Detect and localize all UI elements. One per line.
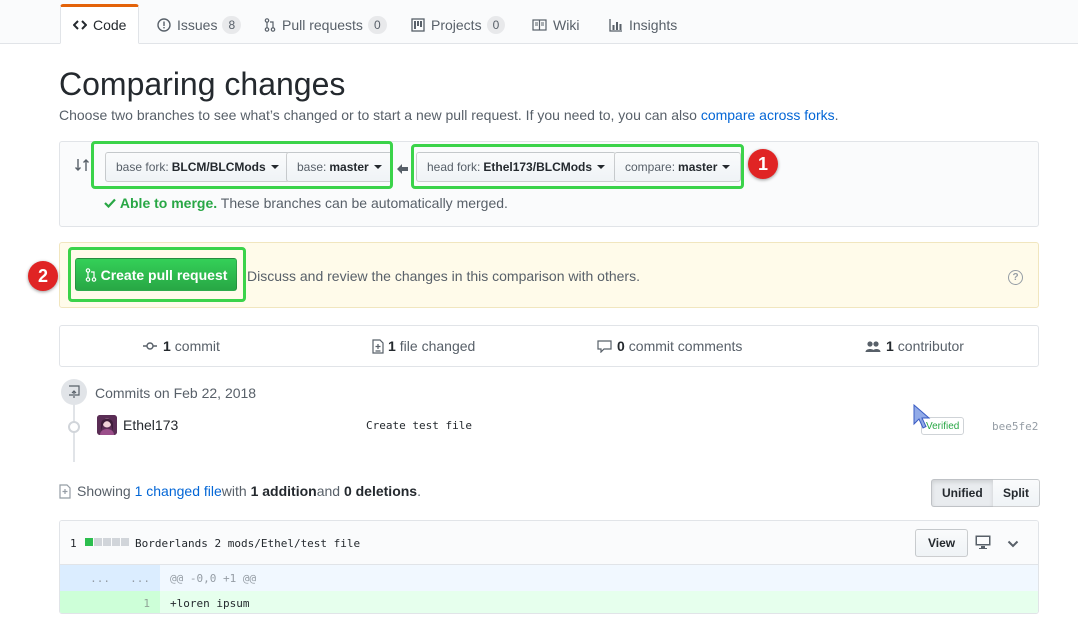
annotation-badge-1: 1 bbox=[748, 149, 778, 179]
hunk-header: @@ -0,0 +1 @@ bbox=[170, 572, 257, 585]
commits-count: 1 bbox=[163, 338, 171, 354]
unified-view-button[interactable]: Unified bbox=[931, 479, 994, 507]
project-icon bbox=[411, 17, 425, 32]
create-pr-highlight-box bbox=[68, 247, 246, 302]
diffstat-block bbox=[94, 538, 102, 546]
commit-dot bbox=[68, 421, 80, 433]
graph-icon bbox=[609, 18, 623, 32]
page-title: Comparing changes bbox=[59, 66, 346, 102]
diffstat-block bbox=[112, 538, 120, 546]
tab-label: Code bbox=[93, 17, 127, 33]
split-view-button[interactable]: Split bbox=[993, 479, 1040, 507]
commit-sha-link[interactable]: bee5fe2 bbox=[992, 420, 1038, 433]
comments-count: 0 bbox=[617, 338, 625, 354]
people-icon bbox=[865, 340, 881, 353]
commit-author-link[interactable]: Ethel173 bbox=[123, 417, 178, 433]
tab-wiki[interactable]: Wiki bbox=[520, 5, 591, 44]
summary-comments[interactable]: 0 commit comments bbox=[597, 338, 742, 354]
file-path-link[interactable]: Borderlands 2 mods/Ethel/test file bbox=[135, 537, 360, 550]
view-file-button[interactable]: View bbox=[915, 529, 969, 557]
commit-timeline bbox=[73, 404, 75, 462]
avatar[interactable] bbox=[97, 415, 117, 435]
merge-desc: These branches can be automatically merg… bbox=[217, 195, 508, 211]
diffstat bbox=[85, 538, 130, 546]
tab-code[interactable]: Code bbox=[60, 4, 140, 44]
compare-across-forks-link[interactable]: compare across forks bbox=[701, 107, 835, 123]
diff-toc: Showing 1 changed file with 1 addition a… bbox=[59, 483, 421, 499]
changed-files-link[interactable]: 1 changed file bbox=[135, 483, 222, 499]
tab-label: Insights bbox=[629, 16, 678, 33]
issue-icon bbox=[157, 17, 171, 32]
tab-label: Projects bbox=[431, 16, 482, 33]
file-diff-icon bbox=[59, 483, 71, 499]
hunk-header-row: ... ... @@ -0,0 +1 @@ bbox=[60, 565, 1038, 591]
contributors-count: 1 bbox=[886, 338, 894, 354]
issues-counter: 8 bbox=[222, 15, 242, 34]
tab-projects[interactable]: Projects 0 bbox=[399, 5, 517, 44]
help-icon[interactable]: ? bbox=[1008, 270, 1023, 285]
arrow-left-icon bbox=[397, 161, 408, 177]
tab-issues[interactable]: Issues 8 bbox=[145, 5, 253, 44]
toc-mid2: and bbox=[316, 483, 341, 499]
chevron-down-icon[interactable] bbox=[1007, 536, 1019, 552]
file-header: 1 Borderlands 2 mods/Ethel/test file Vie… bbox=[60, 521, 1038, 565]
pull-request-icon bbox=[264, 17, 276, 32]
annotation-badge-2: 2 bbox=[28, 261, 58, 291]
diffstat-block bbox=[103, 538, 111, 546]
base-highlight-box bbox=[91, 141, 393, 189]
file-change-count: 1 bbox=[70, 537, 77, 550]
comment-icon bbox=[597, 339, 612, 353]
commit-message-link[interactable]: Create test file bbox=[366, 419, 472, 432]
create-pr-description: Discuss and review the changes in this c… bbox=[247, 268, 640, 284]
summary-contributors[interactable]: 1 contributor bbox=[865, 338, 964, 354]
code-icon bbox=[73, 19, 87, 31]
contributors-label: contributor bbox=[897, 338, 964, 354]
page-subtitle: Choose two branches to see what’s change… bbox=[59, 107, 839, 123]
additions-count: 1 addition bbox=[250, 483, 317, 499]
line-code: +loren ipsum bbox=[170, 597, 250, 610]
tab-label: Issues bbox=[177, 16, 218, 33]
commits-date-heading: Commits on Feb 22, 2018 bbox=[95, 385, 257, 401]
tab-insights[interactable]: Insights bbox=[597, 5, 689, 44]
check-icon bbox=[104, 195, 120, 211]
projects-counter: 0 bbox=[486, 15, 506, 34]
commit-icon bbox=[143, 341, 157, 351]
comments-label: commit comments bbox=[628, 338, 743, 354]
book-icon bbox=[532, 18, 547, 31]
file-diff: 1 Borderlands 2 mods/Ethel/test file Vie… bbox=[59, 520, 1039, 614]
pull-requests-counter: 0 bbox=[367, 15, 387, 34]
summary-files[interactable]: 1 file changed bbox=[372, 338, 475, 354]
commits-label: commit bbox=[174, 338, 220, 354]
toc-mid1: with bbox=[221, 483, 247, 499]
repo-push-icon bbox=[61, 379, 87, 405]
line-number[interactable]: 1 bbox=[100, 597, 150, 610]
diff-line-addition: 1 +loren ipsum bbox=[60, 591, 1038, 613]
hunk-expand-right[interactable]: ... bbox=[100, 572, 150, 585]
toc-prefix: Showing bbox=[77, 483, 131, 499]
subtitle-end: . bbox=[834, 107, 839, 123]
merge-status: Able to merge. These branches can be aut… bbox=[104, 195, 508, 211]
deletions-count: 0 deletions bbox=[343, 483, 418, 499]
subtitle-text: Choose two branches to see what’s change… bbox=[59, 107, 701, 123]
merge-ok-text: Able to merge. bbox=[119, 195, 218, 211]
mouse-cursor-icon bbox=[913, 403, 931, 433]
display-rich-diff-icon[interactable] bbox=[975, 535, 991, 552]
files-count: 1 bbox=[388, 338, 396, 354]
diffstat-block-added bbox=[85, 538, 93, 546]
tab-pull-requests[interactable]: Pull requests 0 bbox=[252, 5, 399, 44]
head-highlight-box bbox=[411, 144, 744, 189]
repo-nav: Code Issues 8 Pull requests 0 Projects 0… bbox=[0, 0, 1078, 44]
compare-arrows-icon bbox=[74, 157, 90, 176]
toc-end: . bbox=[417, 483, 421, 499]
files-label: file changed bbox=[399, 338, 476, 354]
file-diff-icon bbox=[372, 338, 384, 354]
summary-commits[interactable]: 1 commit bbox=[143, 338, 220, 354]
diffstat-block bbox=[121, 538, 129, 546]
tab-label: Wiki bbox=[553, 16, 580, 33]
tab-label: Pull requests bbox=[282, 16, 363, 33]
